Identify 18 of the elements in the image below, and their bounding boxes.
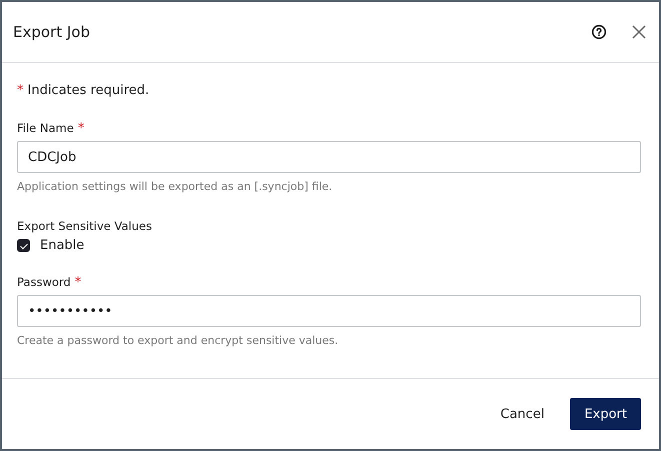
input-field[interactable]: CDCJob <box>17 141 641 173</box>
help-text: Application settings will be exported as an [.syncjob] file. <box>17 180 334 193</box>
dialog-title: Export Job <box>13 23 91 41</box>
required-asterisk: * <box>17 83 24 98</box>
help-text: Create a password to export and encrypt sensitive values. <box>17 334 340 347</box>
required-note: Indicates required. <box>28 83 150 98</box>
field-label: File Name <box>17 121 74 136</box>
required-asterisk: * <box>78 121 84 136</box>
cancel-button[interactable]: Cancel <box>496 398 548 430</box>
help-icon[interactable] <box>591 24 607 40</box>
input-field[interactable]: ••••••••••• <box>17 295 641 327</box>
close-icon[interactable] <box>631 24 647 40</box>
field-label: Export Sensitive Values <box>17 219 152 233</box>
export-button[interactable]: Export <box>570 398 641 430</box>
checkbox-label: Enable <box>40 238 84 253</box>
field-label: Password <box>17 275 71 290</box>
checkbox[interactable] <box>17 239 30 252</box>
required-asterisk: * <box>74 275 82 290</box>
